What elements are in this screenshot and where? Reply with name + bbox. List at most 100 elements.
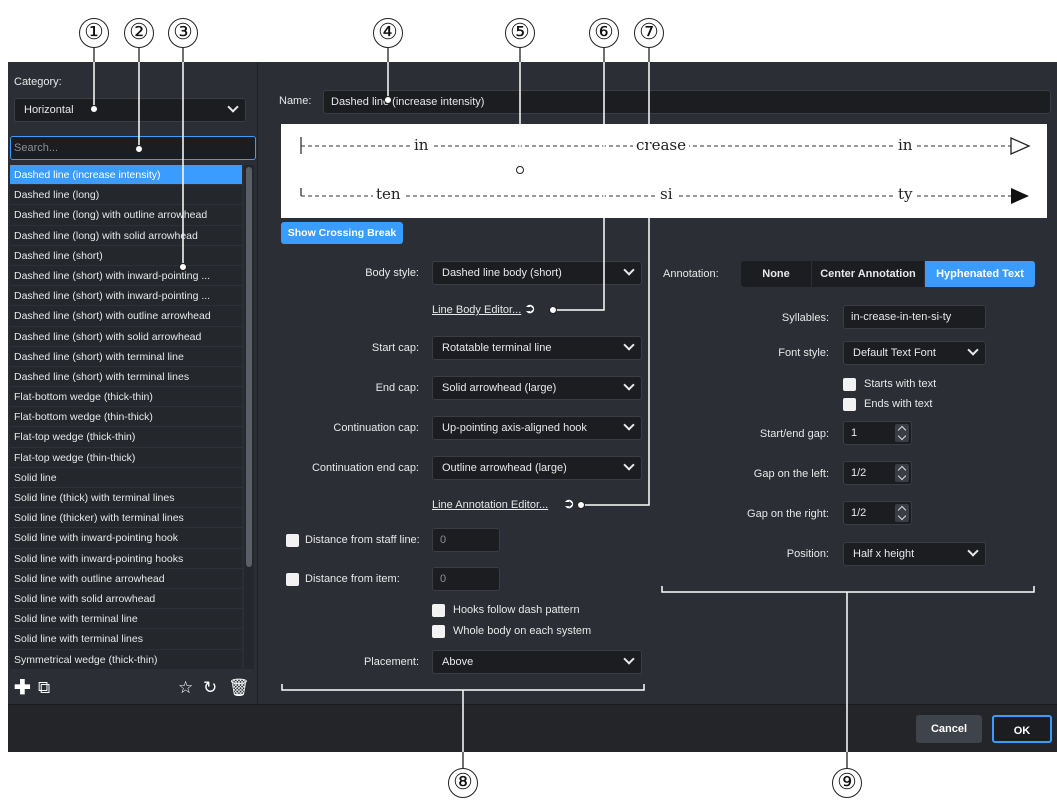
stepper-icon[interactable] — [895, 424, 909, 442]
star-icon[interactable]: ☆ — [178, 678, 193, 698]
placement-select[interactable]: Above — [432, 650, 642, 674]
font-style-select[interactable]: Default Text Font — [843, 341, 986, 365]
whole-body-checkbox[interactable] — [432, 625, 445, 638]
delete-icon[interactable]: 🗑 — [228, 678, 250, 698]
body-style-value: Dashed line body (short) — [442, 267, 562, 279]
syllable-ten: ten — [373, 185, 404, 203]
callout-3: ③ — [168, 18, 198, 48]
body-style-label: Body style: — [365, 267, 419, 279]
distance-staff-checkbox[interactable] — [286, 534, 299, 547]
chevron-down-icon — [967, 545, 979, 557]
annotation-center[interactable]: Center Annotation — [812, 261, 924, 287]
list-item[interactable]: Dashed line (short) with solid arrowhead — [10, 327, 242, 347]
continuation-cap-value: Up-pointing axis-aligned hook — [442, 422, 587, 434]
line-list: Dashed line (increase intensity) Dashed l… — [10, 165, 242, 669]
ends-with-text-checkbox[interactable] — [843, 398, 856, 411]
open-editor-icon[interactable]: ➲ — [524, 300, 536, 317]
list-item[interactable]: Flat-top wedge (thin-thick) — [10, 448, 242, 468]
list-item[interactable]: Dashed line (short) with terminal line — [10, 347, 242, 367]
list-item[interactable]: Solid line with inward-pointing hooks — [10, 549, 242, 569]
continuation-end-cap-select[interactable]: Outline arrowhead (large) — [432, 456, 642, 480]
list-item[interactable]: Dashed line (long) — [10, 185, 242, 206]
list-item[interactable]: Solid line (thicker) with terminal lines — [10, 508, 242, 529]
editor-panel: Name: Dashed line (increase intensity) i… — [259, 62, 1057, 704]
stepper-icon[interactable] — [895, 464, 909, 482]
scrollbar-thumb[interactable] — [246, 167, 252, 567]
ok-button[interactable]: OK — [992, 715, 1052, 743]
chevron-down-icon — [623, 419, 635, 431]
distance-item-input[interactable]: 0 — [432, 567, 500, 591]
list-item[interactable]: Dashed line (short) with inward-pointing… — [10, 286, 242, 307]
show-crossing-break-button[interactable]: Show Crossing Break — [281, 222, 403, 244]
list-item[interactable]: Flat-bottom wedge (thick-thin) — [10, 387, 242, 408]
chevron-down-icon — [967, 344, 979, 356]
position-select[interactable]: Half x height — [843, 542, 986, 566]
list-item[interactable]: Dashed line (increase intensity) — [10, 165, 242, 186]
list-item[interactable]: Solid line with inward-pointing hook — [10, 528, 242, 549]
duplicate-icon[interactable]: ⧉ — [38, 678, 50, 698]
starts-with-text-label: Starts with text — [864, 378, 937, 390]
list-item[interactable]: Solid line with solid arrowhead — [10, 589, 242, 610]
list-item[interactable]: Dashed line (long) with outline arrowhea… — [10, 205, 242, 226]
end-cap-select[interactable]: Solid arrowhead (large) — [432, 376, 642, 400]
distance-item-label: Distance from item: — [305, 573, 400, 585]
list-item[interactable]: Dashed line (long) with solid arrowhead — [10, 226, 242, 246]
line-preview: in crease in ten si ty — [281, 124, 1047, 218]
syllable-si: si — [657, 185, 676, 203]
distance-item-checkbox[interactable] — [286, 573, 299, 586]
list-item[interactable]: Dashed line (short) with terminal lines — [10, 367, 242, 388]
ends-with-text-label: Ends with text — [864, 398, 933, 410]
continuation-cap-select[interactable]: Up-pointing axis-aligned hook — [432, 416, 642, 440]
category-value: Horizontal — [24, 104, 74, 116]
list-item[interactable]: Dashed line (short) with outline arrowhe… — [10, 306, 242, 327]
start-end-gap-spinner[interactable]: 1 — [843, 421, 912, 445]
chevron-down-icon — [623, 379, 635, 391]
start-cap-label: Start cap: — [371, 342, 419, 354]
line-body-editor-link[interactable]: Line Body Editor... — [432, 304, 521, 316]
add-icon[interactable]: ✚ — [14, 675, 31, 700]
distance-staff-input[interactable]: 0 — [432, 528, 500, 552]
revert-icon[interactable]: ↻ — [203, 678, 217, 698]
list-item[interactable]: Solid line with terminal line — [10, 609, 242, 630]
start-end-gap-value: 1 — [851, 427, 858, 439]
starts-with-text-checkbox[interactable] — [843, 378, 856, 391]
continuation-end-cap-label: Continuation end cap: — [311, 462, 419, 474]
category-select[interactable]: Horizontal — [14, 98, 246, 122]
list-item[interactable]: Flat-bottom wedge (thin-thick) — [10, 407, 242, 428]
open-editor-icon[interactable]: ➲ — [563, 495, 575, 512]
syllables-label: Syllables: — [781, 312, 829, 324]
stepper-icon[interactable] — [895, 504, 909, 522]
list-item[interactable]: Symmetrical wedge (thick-thin) — [10, 650, 242, 669]
callout-2: ② — [124, 18, 154, 48]
list-item[interactable]: Solid line — [10, 468, 242, 488]
annotation-hyphenated[interactable]: Hyphenated Text — [925, 261, 1035, 287]
list-item[interactable]: Solid line with outline arrowhead — [10, 569, 242, 589]
hooks-follow-checkbox[interactable] — [432, 604, 445, 617]
list-scrollbar[interactable] — [244, 165, 254, 669]
list-item[interactable]: Dashed line (short) — [10, 246, 242, 266]
body-style-select[interactable]: Dashed line body (short) — [432, 261, 642, 285]
category-label: Category: — [14, 76, 62, 88]
gap-right-value: 1/2 — [851, 507, 867, 519]
list-item[interactable]: Dashed line (short) with inward-pointing… — [10, 266, 242, 287]
placement-value: Above — [442, 656, 474, 668]
start-cap-select[interactable]: Rotatable terminal line — [432, 336, 642, 360]
syllable-in-2: in — [895, 136, 916, 154]
line-style-dialog: Category: Horizontal Search... Dashed li… — [8, 62, 1057, 752]
continuation-end-cap-value: Outline arrowhead (large) — [442, 462, 567, 474]
whole-body-label: Whole body on each system — [453, 625, 592, 637]
name-input[interactable]: Dashed line (increase intensity) — [323, 90, 1051, 114]
list-item[interactable]: Solid line (thick) with terminal lines — [10, 488, 242, 509]
list-item[interactable]: Flat-top wedge (thick-thin) — [10, 427, 242, 448]
cancel-button[interactable]: Cancel — [916, 715, 982, 743]
end-cap-label: End cap: — [375, 382, 419, 394]
gap-right-spinner[interactable]: 1/2 — [843, 501, 912, 525]
syllables-input[interactable]: in-crease-in-ten-si-ty — [843, 305, 986, 329]
list-item[interactable]: Solid line with terminal lines — [10, 629, 242, 650]
annotation-none[interactable]: None — [741, 261, 811, 287]
distance-staff-label: Distance from staff line: — [305, 534, 420, 546]
gap-left-spinner[interactable]: 1/2 — [843, 461, 912, 485]
search-input[interactable]: Search... — [10, 136, 256, 160]
start-end-gap-label: Start/end gap: — [759, 428, 829, 440]
line-annotation-editor-link[interactable]: Line Annotation Editor... — [432, 499, 548, 511]
